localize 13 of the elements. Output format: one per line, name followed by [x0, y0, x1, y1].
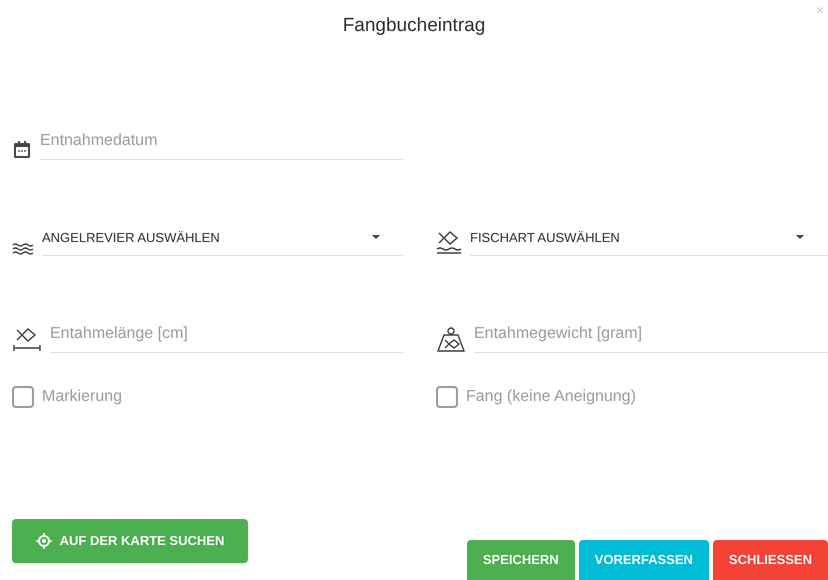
select-field[interactable]: ANGELREVIER AUSWÄHLEN: [42, 228, 404, 256]
input-field[interactable]: Entahmelänge [cm]: [50, 322, 404, 353]
select-field[interactable]: FISCHART AUSWÄHLEN: [470, 228, 828, 256]
input-field[interactable]: Entahmegewicht [gram]: [474, 322, 828, 353]
dialog-title: Fangbucheintrag: [342, 14, 486, 38]
checkbox-label: Fang (keine Aneignung): [466, 387, 636, 407]
map-search-button[interactable]: AUF DER KARTE SUCHEN: [12, 519, 248, 563]
action-button[interactable]: VORERFASSEN: [578, 540, 709, 580]
input-field[interactable]: Entnahmedatum: [40, 128, 404, 160]
checkbox-label: Markierung: [42, 387, 122, 407]
action-button[interactable]: SPEICHERN: [466, 540, 575, 580]
close-button[interactable]: ×: [816, 0, 824, 21]
action-button[interactable]: SCHLIESSEN: [712, 540, 828, 580]
